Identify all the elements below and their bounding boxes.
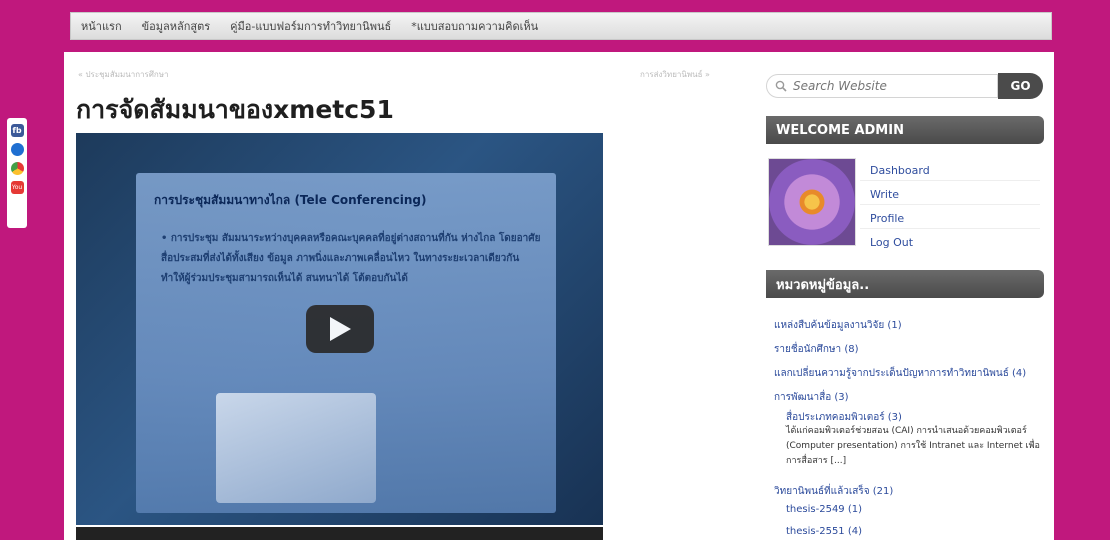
category-subitem[interactable]: thesis-2549 (1) (786, 504, 862, 515)
category-item[interactable]: แลกเปลี่ยนความรู้จากประเด็นปัญหาการทำวิท… (774, 366, 1026, 381)
category-item[interactable]: แหล่งสืบค้นข้อมูลงานวิจัย (1) (774, 318, 902, 333)
avatar (768, 158, 856, 246)
chrome-icon[interactable] (10, 162, 24, 175)
divider (860, 180, 1040, 181)
divider (860, 204, 1040, 205)
play-button[interactable] (306, 305, 374, 353)
category-subitem[interactable]: สื่อประเภทคอมพิวเตอร์ (3) (786, 410, 902, 425)
search-input[interactable] (791, 78, 995, 94)
search-box (766, 74, 998, 98)
category-subitem[interactable]: thesis-2551 (4) (786, 526, 862, 537)
facebook-icon[interactable]: fb (10, 124, 24, 137)
nav-item-curriculum[interactable]: ข้อมูลหลักสูตร (142, 17, 211, 35)
divider (860, 228, 1040, 229)
page-title: การจัดสัมมนาของxmetc51 (76, 95, 394, 124)
breadcrumb-next[interactable]: การส่งวิทยานิพนธ์ » (640, 68, 710, 81)
nav-item-survey[interactable]: *แบบสอบถามความคิดเห็น (411, 17, 538, 35)
welcome-widget-title: WELCOME ADMIN (766, 116, 1044, 144)
breadcrumb-prev[interactable]: « ประชุมสัมมนาการศึกษา (78, 68, 169, 81)
video-controls-bar (76, 527, 603, 540)
category-item[interactable]: รายชื่อนักศึกษา (8) (774, 342, 858, 357)
video-slide-image (216, 393, 376, 503)
dashboard-link[interactable]: Dashboard (870, 164, 930, 177)
youtube-icon[interactable]: You (10, 181, 24, 194)
logout-link[interactable]: Log Out (870, 236, 913, 249)
nav-item-thesis-guide[interactable]: คู่มือ-แบบฟอร์มการทำวิทยานิพนธ์ (230, 17, 391, 35)
profile-link[interactable]: Profile (870, 212, 904, 225)
category-item[interactable]: การพัฒนาสื่อ (3) (774, 390, 849, 405)
video-slide-title: การประชุมสัมมนาทางไกล (Tele Conferencing… (154, 193, 427, 207)
ie-icon[interactable] (10, 143, 24, 156)
category-item[interactable]: วิทยานิพนธ์ที่แล้วเสร็จ (21) (774, 484, 893, 499)
video-slide-text: • การประชุม สัมมนาระหว่างบุคคลหรือคณะบุค… (161, 233, 541, 284)
video-player[interactable]: การประชุมสัมมนาทางไกล (Tele Conferencing… (76, 133, 603, 525)
categories-widget-title: หมวดหมู่ข้อมูล.. (766, 270, 1044, 298)
social-bar: fb You (7, 118, 27, 228)
play-icon (330, 317, 351, 341)
top-nav: หน้าแรก ข้อมูลหลักสูตร คู่มือ-แบบฟอร์มกา… (70, 12, 1052, 40)
category-description: ได้แก่คอมพิวเตอร์ช่วยสอน (CAI) การนำเสนอ… (786, 426, 1040, 466)
nav-item-home[interactable]: หน้าแรก (81, 17, 122, 35)
search-go-button[interactable]: GO (998, 73, 1043, 99)
search-icon (775, 80, 787, 92)
write-link[interactable]: Write (870, 188, 899, 201)
